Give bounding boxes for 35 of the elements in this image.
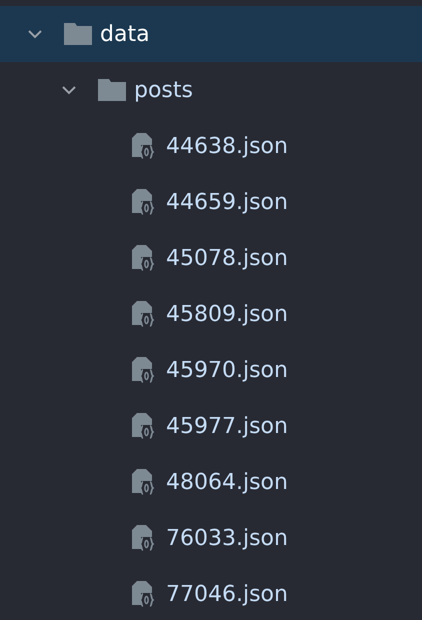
file-name: 76033.json — [166, 524, 288, 552]
chevron-down-icon[interactable] — [62, 86, 76, 94]
json-file-icon — [132, 357, 154, 383]
file-name: 77046.json — [166, 580, 288, 608]
folder-name: posts — [134, 76, 193, 104]
json-file-icon — [132, 525, 154, 551]
json-file-icon — [132, 581, 154, 607]
chevron-down-icon[interactable] — [28, 30, 42, 38]
folder-icon — [98, 79, 126, 101]
json-file-icon — [132, 413, 154, 439]
tree-row[interactable]: 76033.json — [0, 510, 422, 566]
json-file-icon — [132, 469, 154, 495]
file-name: 44659.json — [166, 188, 288, 216]
tree-row[interactable]: 77046.json — [0, 566, 422, 620]
file-name: 45970.json — [166, 356, 288, 384]
tree-row[interactable]: data — [0, 6, 422, 62]
tree-row[interactable]: 44638.json — [0, 118, 422, 174]
json-file-icon — [132, 133, 154, 159]
tree-row[interactable]: 45809.json — [0, 286, 422, 342]
folder-icon — [64, 23, 92, 45]
file-name: 45809.json — [166, 300, 288, 328]
folder-name: data — [100, 20, 150, 48]
tree-row[interactable]: 45977.json — [0, 398, 422, 454]
json-file-icon — [132, 301, 154, 327]
file-name: 44638.json — [166, 132, 288, 160]
tree-row[interactable]: 48064.json — [0, 454, 422, 510]
tree-row[interactable]: 45078.json — [0, 230, 422, 286]
tree-row[interactable]: 45970.json — [0, 342, 422, 398]
file-name: 45078.json — [166, 244, 288, 272]
file-name: 48064.json — [166, 468, 288, 496]
json-file-icon — [132, 245, 154, 271]
tree-row[interactable]: posts — [0, 62, 422, 118]
tree-row[interactable]: 44659.json — [0, 174, 422, 230]
json-file-icon — [132, 189, 154, 215]
file-name: 45977.json — [166, 412, 288, 440]
